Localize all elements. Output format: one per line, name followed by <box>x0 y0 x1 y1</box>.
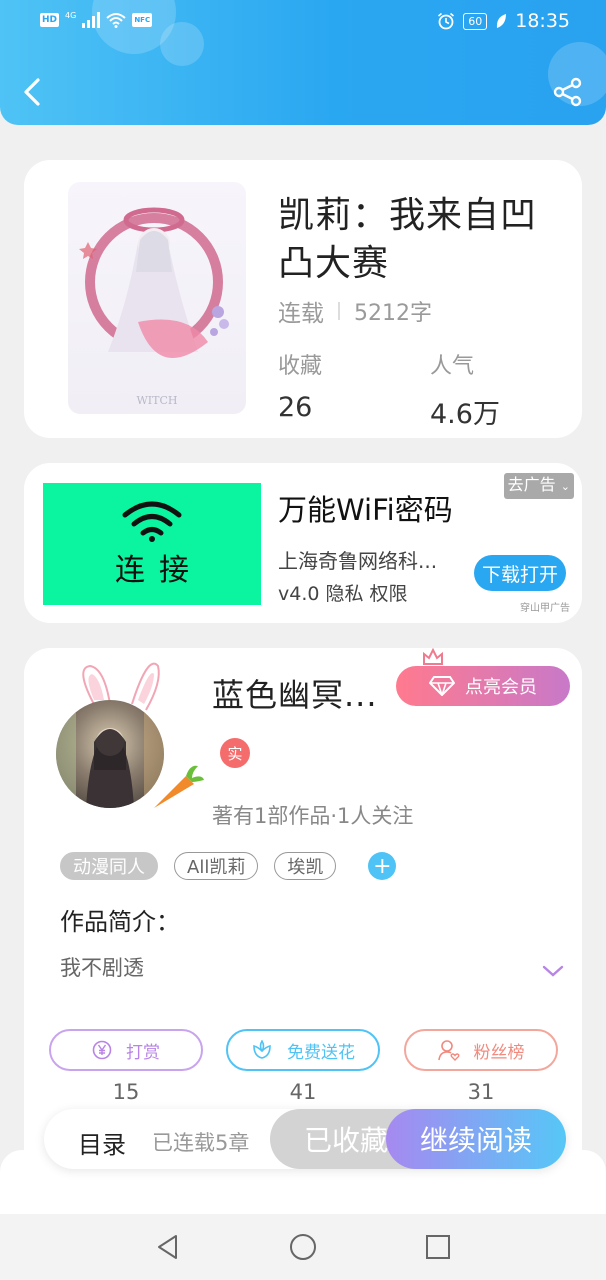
ad-image[interactable]: 连接 <box>43 483 261 605</box>
system-nav-bar <box>0 1214 606 1280</box>
verified-badge: 实 <box>220 738 250 768</box>
user-heart-icon <box>437 1040 460 1061</box>
nav-recents-icon[interactable] <box>423 1232 453 1262</box>
yen-icon <box>92 1040 112 1060</box>
ad-card[interactable]: 连接 万能WiFi密码 去广告 ⌄ 上海奇鲁网络科... v4.0 隐私 权限 … <box>24 463 582 623</box>
ad-version[interactable]: v4.0 隐私 权限 <box>278 579 408 606</box>
nav-back-icon[interactable] <box>153 1232 183 1262</box>
book-info-card: WITCH 凯莉：我来自凹凸大赛 连载 5212字 收藏 人气 26 4.6万 <box>24 160 582 438</box>
bottom-action-bar: 目录 已连载5章 已收藏 继续阅读 <box>44 1109 566 1169</box>
cover-illustration <box>79 207 229 358</box>
cover-text: WITCH <box>136 394 178 407</box>
book-meta: 连载 5212字 <box>278 294 432 328</box>
nav-home-icon[interactable] <box>288 1232 318 1262</box>
tag-item[interactable]: 埃凯 <box>274 852 337 880</box>
tag-item[interactable]: 动漫同人 <box>60 852 158 880</box>
popularity-value: 4.6万 <box>430 399 500 430</box>
remove-ad-label: 去广告 <box>507 475 556 494</box>
network-type: 4G <box>65 11 77 20</box>
ad-image-text: 连接 <box>115 553 203 588</box>
book-cover[interactable]: WITCH <box>68 182 246 414</box>
reward-button[interactable]: 打赏 <box>49 1029 203 1071</box>
book-title: 凯莉：我来自凹凸大赛 <box>278 195 538 284</box>
continue-reading-button[interactable]: 继续阅读 <box>386 1109 566 1169</box>
intro-heading: 作品简介： <box>60 908 180 936</box>
author-stats: 著有1部作品·1人关注 <box>212 804 414 828</box>
header-bar: HD 4G NFC 60 18:35 <box>0 0 606 125</box>
wifi-status-icon <box>106 13 126 28</box>
hd-indicator: HD <box>40 13 60 27</box>
ad-company: 上海奇鲁网络科... <box>278 549 438 573</box>
send-flower-label: 免费送花 <box>287 1042 355 1063</box>
book-status: 连载 <box>278 301 324 327</box>
alarm-icon <box>438 12 455 30</box>
author-avatar-frame[interactable] <box>54 658 214 823</box>
carrot-icon <box>154 765 204 808</box>
nfc-indicator: NFC <box>132 13 153 27</box>
diamond-icon <box>429 676 455 696</box>
chevron-down-icon[interactable] <box>542 964 564 978</box>
share-icon[interactable] <box>552 76 584 108</box>
flower-icon <box>253 1040 271 1059</box>
back-arrow-icon[interactable] <box>18 74 48 110</box>
vip-button-label: 点亮会员 <box>465 677 537 698</box>
send-flower-button[interactable]: 免费送花 <box>226 1029 380 1071</box>
ad-download-button[interactable]: 下载打开 <box>474 555 566 591</box>
intro-text: 我不剧透 <box>60 956 144 980</box>
favorites-label: 收藏 <box>278 354 323 379</box>
popularity-label: 人气 <box>430 354 475 379</box>
meta-divider <box>338 302 340 320</box>
status-bar: HD 4G NFC 60 18:35 <box>0 0 606 46</box>
signal-icon <box>82 12 101 28</box>
tag-item[interactable]: All凯莉 <box>174 852 259 880</box>
fans-ranking-label: 粉丝榜 <box>473 1042 525 1063</box>
battery-indicator: 60 <box>463 12 488 30</box>
add-tag-button[interactable]: + <box>368 852 397 880</box>
reward-label: 打赏 <box>126 1042 160 1063</box>
chevron-down-icon: ⌄ <box>560 480 570 493</box>
flower-count: 41 <box>289 1080 317 1104</box>
clock: 18:35 <box>515 10 570 32</box>
book-word-count: 5212字 <box>354 301 432 326</box>
author-name[interactable]: 蓝色幽冥... <box>212 670 378 716</box>
chapter-count: 已连载5章 <box>152 1131 250 1155</box>
wifi-icon <box>122 501 182 542</box>
fans-ranking-button[interactable]: 粉丝榜 <box>404 1029 558 1071</box>
leaf-icon <box>497 14 507 28</box>
tag-list: 动漫同人 All凯莉 埃凯 + <box>60 852 397 880</box>
reward-count: 15 <box>112 1080 140 1104</box>
crown-icon <box>423 648 443 665</box>
favorites-value: 26 <box>278 392 313 423</box>
vip-button[interactable]: 点亮会员 <box>396 666 570 706</box>
catalog-button[interactable]: 目录 <box>78 1125 126 1160</box>
ad-source: 穿山甲广告 <box>520 603 570 614</box>
ad-title: 万能WiFi密码 <box>278 493 453 527</box>
fans-count: 31 <box>467 1080 495 1104</box>
remove-ad-button[interactable]: 去广告 ⌄ <box>503 473 574 499</box>
